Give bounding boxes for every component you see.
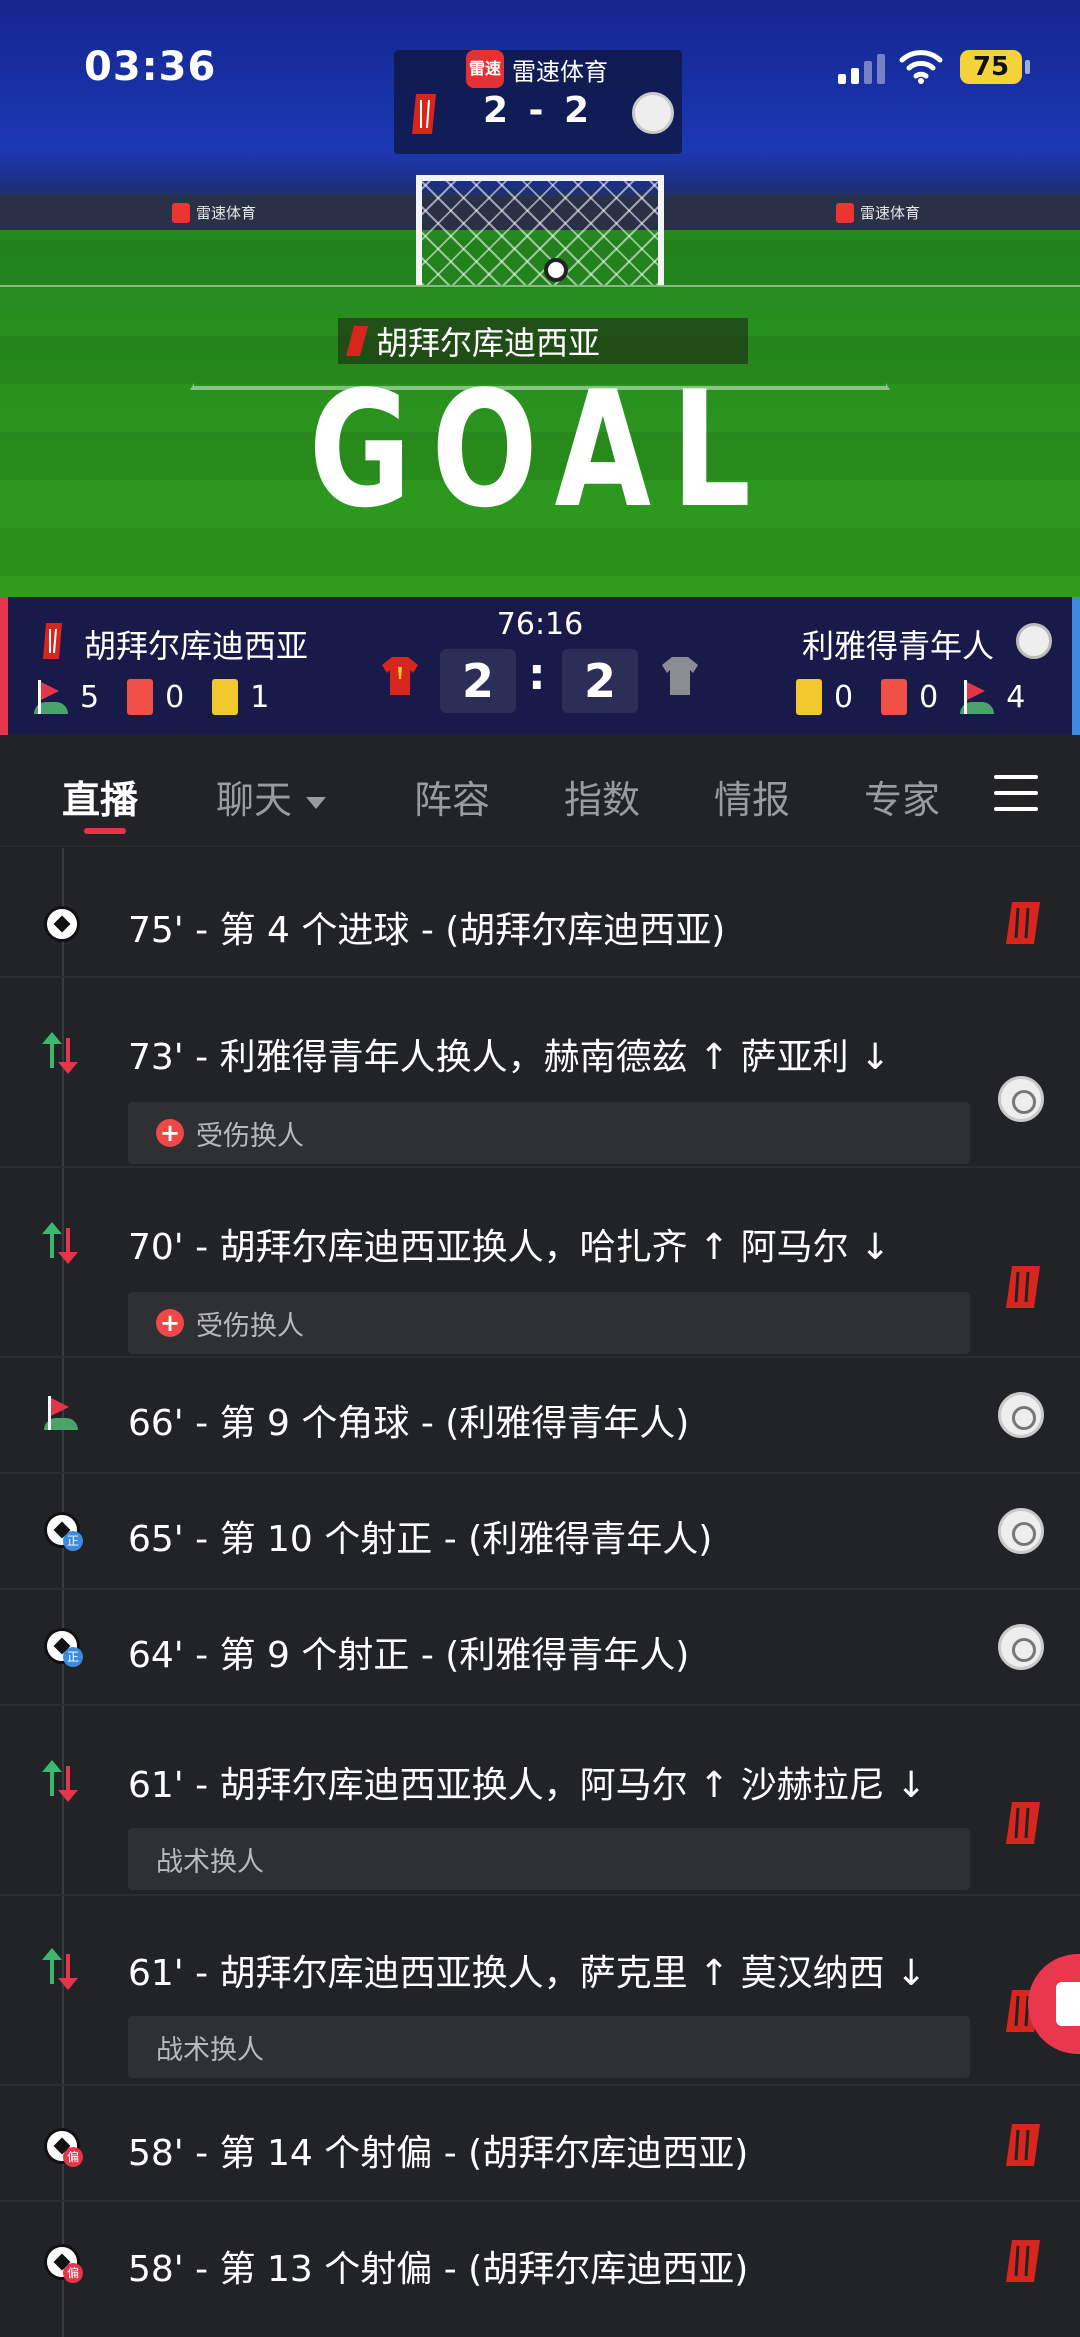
- ad-logo-left: 雷速体育: [172, 202, 256, 223]
- event-row[interactable]: 偏 58' - 第 14 个射偏 - (胡拜尔库迪西亚): [0, 2086, 1080, 2202]
- injury-icon: +: [156, 1309, 184, 1337]
- home-red-cards: 0: [165, 679, 185, 715]
- shot-on-target-icon: 正: [44, 1628, 83, 1667]
- home-team-logo: [1006, 1802, 1040, 1844]
- corner-flag-icon: [34, 680, 68, 714]
- away-corners: 4: [1006, 679, 1026, 715]
- goal-animation-panel: 雷速体育 雷速体育 03:36 75 雷速 雷速体育 2 - 2 胡拜尔库迪西亚…: [0, 0, 1080, 597]
- score-separator: :: [528, 649, 546, 700]
- away-team-logo: [998, 1076, 1044, 1122]
- tab-intel[interactable]: 情报: [714, 769, 790, 824]
- brand-name: 雷速体育: [512, 57, 608, 86]
- event-note: + 受伤换人: [128, 1102, 970, 1164]
- substitution-icon: [42, 1222, 82, 1264]
- away-kit-icon: [662, 657, 698, 695]
- yellow-card-icon: [212, 679, 239, 715]
- home-yellow-cards: 1: [250, 679, 270, 715]
- event-text: 58' - 第 14 个射偏 - (胡拜尔库迪西亚): [128, 2133, 749, 2174]
- away-team-name[interactable]: 利雅得青年人: [802, 621, 994, 667]
- home-team-logo: [345, 326, 369, 356]
- shot-on-target-icon: 正: [44, 1512, 83, 1551]
- home-kit-icon: [382, 657, 418, 695]
- clock: 03:36: [84, 44, 217, 90]
- goal-ball-icon: [44, 906, 82, 944]
- menu-icon[interactable]: [994, 773, 1038, 813]
- home-team-logo: [43, 623, 62, 659]
- tab-chat[interactable]: 聊天: [216, 769, 327, 824]
- wifi-icon: [899, 50, 943, 84]
- home-stats: 5 0 1: [34, 679, 269, 715]
- away-team-logo: [998, 1624, 1044, 1670]
- active-tab-indicator: [84, 828, 126, 834]
- event-note: 战术换人: [128, 1828, 970, 1890]
- red-card-icon: [881, 679, 908, 715]
- shot-off-target-icon: 偏: [44, 2128, 83, 2167]
- event-text: 64' - 第 9 个射正 - (利雅得青年人): [128, 1635, 690, 1676]
- home-team-logo: [1006, 1266, 1040, 1308]
- home-corners: 5: [80, 679, 100, 715]
- live-event-list: 75' - 第 4 个进球 - (胡拜尔库迪西亚) 73' - 利雅得青年人换人…: [0, 848, 1080, 2337]
- brand: 雷速 雷速体育: [466, 50, 608, 88]
- substitution-icon: [42, 1760, 82, 1802]
- goal-net: [416, 175, 664, 285]
- away-team-logo: [1016, 623, 1052, 659]
- event-text: 58' - 第 13 个射偏 - (胡拜尔库迪西亚): [128, 2249, 749, 2290]
- event-text: 75' - 第 4 个进球 - (胡拜尔库迪西亚): [128, 910, 726, 951]
- event-text: 61' - 胡拜尔库迪西亚换人，阿马尔 ↑ 沙赫拉尼 ↓: [128, 1765, 927, 1806]
- away-score: 2: [562, 649, 638, 713]
- away-team-logo: [998, 1392, 1044, 1438]
- home-team-logo: [1006, 902, 1040, 944]
- away-yellow-cards: 0: [834, 679, 854, 715]
- chevron-down-icon: [306, 796, 327, 809]
- red-card-icon: [127, 679, 154, 715]
- away-stats: 0 0 4: [796, 679, 1025, 715]
- event-row[interactable]: 75' - 第 4 个进球 - (胡拜尔库迪西亚): [0, 848, 1080, 978]
- event-row[interactable]: 61' - 胡拜尔库迪西亚换人，阿马尔 ↑ 沙赫拉尼 ↓ 战术换人: [0, 1706, 1080, 1896]
- home-team-logo: [1006, 2240, 1040, 2282]
- soccer-ball-icon: [544, 258, 568, 282]
- event-row[interactable]: 正 65' - 第 10 个射正 - (利雅得青年人): [0, 1474, 1080, 1590]
- injury-icon: +: [156, 1119, 184, 1147]
- event-note: 战术换人: [128, 2016, 970, 2078]
- goal-title: GOAL: [308, 356, 772, 543]
- event-row[interactable]: 66' - 第 9 个角球 - (利雅得青年人): [0, 1358, 1080, 1474]
- tab-live[interactable]: 直播: [62, 769, 138, 824]
- event-note: + 受伤换人: [128, 1292, 970, 1354]
- substitution-icon: [42, 1032, 82, 1074]
- event-row[interactable]: 61' - 胡拜尔库迪西亚换人，萨克里 ↑ 莫汉纳西 ↓ 战术换人: [0, 1896, 1080, 2086]
- tab-bar: 直播 聊天 阵容 指数 情报 专家: [0, 735, 1080, 847]
- shot-off-target-icon: 偏: [44, 2244, 83, 2283]
- ad-logo-right: 雷速体育: [836, 202, 920, 223]
- home-team-name[interactable]: 胡拜尔库迪西亚: [84, 621, 308, 667]
- brand-logo: 雷速: [466, 50, 504, 88]
- event-text: 61' - 胡拜尔库迪西亚换人，萨克里 ↑ 莫汉纳西 ↓: [128, 1953, 927, 1994]
- event-row[interactable]: 73' - 利雅得青年人换人，赫南德兹 ↑ 萨亚利 ↓ + 受伤换人: [0, 978, 1080, 1168]
- battery-indicator: 75: [960, 50, 1022, 84]
- event-text: 70' - 胡拜尔库迪西亚换人，哈扎齐 ↑ 阿马尔 ↓: [128, 1227, 891, 1268]
- event-row[interactable]: 偏 58' - 第 13 个射偏 - (胡拜尔库迪西亚): [0, 2202, 1080, 2337]
- corner-flag-icon: [44, 1396, 82, 1434]
- substitution-icon: [42, 1948, 82, 1990]
- away-team-logo: [632, 92, 674, 134]
- event-row[interactable]: 70' - 胡拜尔库迪西亚换人，哈扎齐 ↑ 阿马尔 ↓ + 受伤换人: [0, 1168, 1080, 1358]
- edit-icon: [1056, 1982, 1080, 2026]
- battery-tip: [1025, 60, 1030, 74]
- home-score: 2: [440, 649, 516, 713]
- event-text: 65' - 第 10 个射正 - (利雅得青年人): [128, 1519, 713, 1560]
- tab-lineup[interactable]: 阵容: [414, 769, 490, 824]
- event-text: 66' - 第 9 个角球 - (利雅得青年人): [128, 1403, 690, 1444]
- home-team-logo: [1006, 2124, 1040, 2166]
- cellular-signal-icon: [838, 52, 885, 84]
- yellow-card-icon: [796, 679, 822, 715]
- broadcast-scorebug: 雷速 雷速体育 2 - 2: [394, 50, 682, 154]
- scoreboard: 76:16 胡拜尔库迪西亚 5 0 1 2 : 2 利雅得青年人 0 0 4: [0, 597, 1080, 735]
- event-row[interactable]: 正 64' - 第 9 个射正 - (利雅得青年人): [0, 1590, 1080, 1706]
- away-red-cards: 0: [919, 679, 939, 715]
- corner-flag-icon: [960, 680, 995, 714]
- tab-odds[interactable]: 指数: [564, 769, 640, 824]
- away-team-logo: [998, 1508, 1044, 1554]
- tab-experts[interactable]: 专家: [864, 769, 940, 824]
- event-text: 73' - 利雅得青年人换人，赫南德兹 ↑ 萨亚利 ↓: [128, 1037, 891, 1078]
